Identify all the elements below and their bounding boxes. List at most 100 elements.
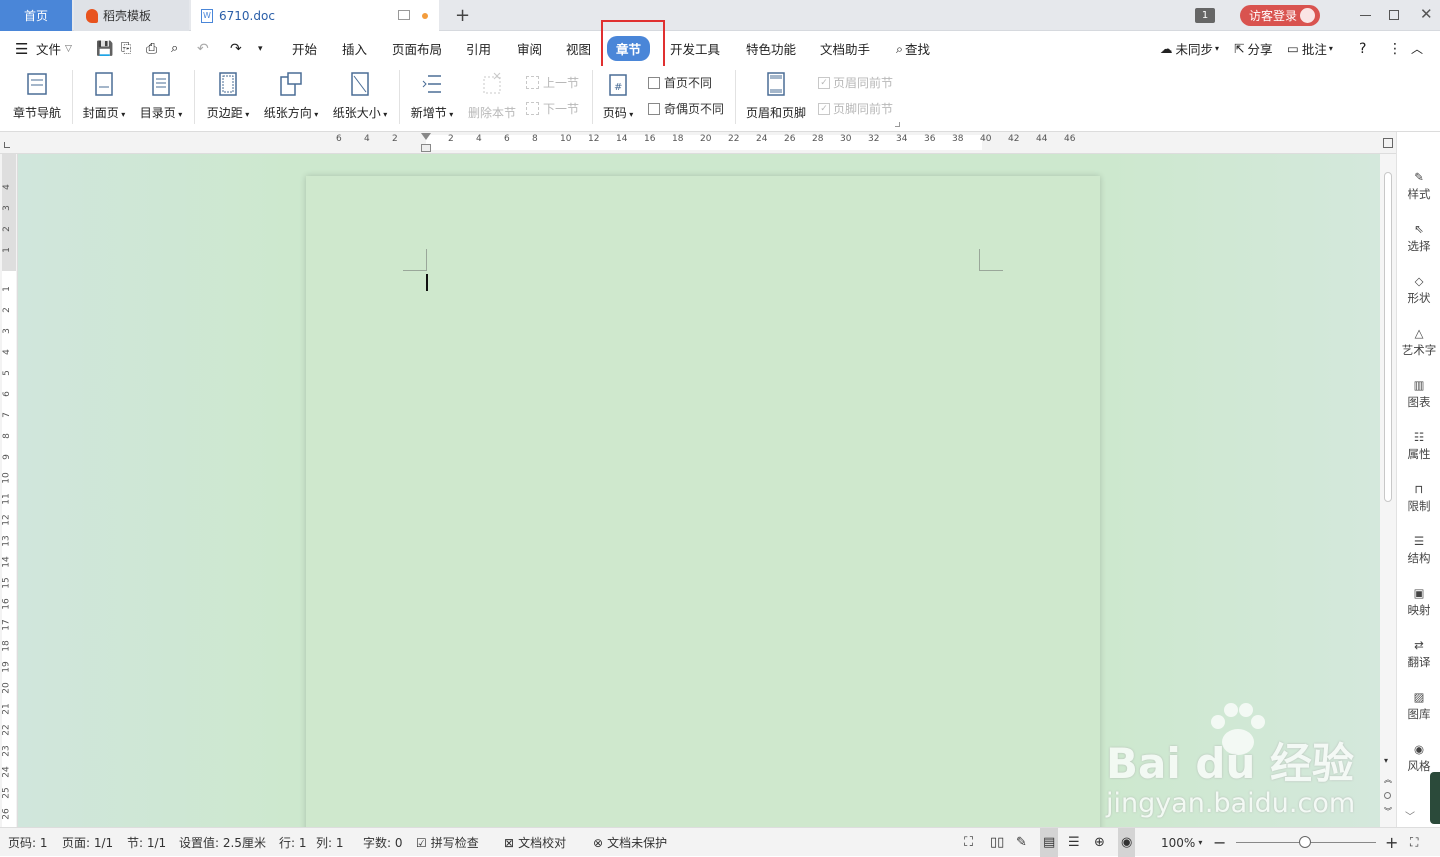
next-section-button[interactable]: 下一节 — [526, 100, 579, 117]
panel-select[interactable]: ⇖ 选择 — [1397, 220, 1440, 254]
tab-start[interactable]: 开始 — [292, 31, 317, 66]
chapter-nav-button[interactable]: 章节导航 — [10, 66, 64, 126]
header-same-prev-checkbox[interactable]: ✓ 页眉同前节 — [818, 74, 893, 91]
cover-page-button[interactable]: 封面页 ▾ — [80, 66, 128, 126]
help-icon[interactable]: ? — [1359, 31, 1366, 66]
panel-translate[interactable]: ⇄ 翻译 — [1397, 636, 1440, 670]
hanging-indent-icon[interactable] — [421, 144, 431, 152]
tab-features[interactable]: 特色功能 — [746, 31, 796, 66]
status-page-number[interactable]: 页码: 1 — [8, 828, 48, 857]
minimize-icon[interactable] — [1360, 15, 1371, 16]
status-pages[interactable]: 页面: 1/1 — [62, 828, 113, 857]
print-icon[interactable]: ⎙ — [146, 31, 157, 66]
tab-developer[interactable]: 开发工具 — [670, 31, 720, 66]
quick-access-dropdown-icon[interactable]: ▾ — [258, 31, 263, 66]
print-preview-icon[interactable]: ⌕ — [171, 31, 178, 66]
orientation-button[interactable]: 纸张方向 ▾ — [262, 66, 320, 126]
login-button[interactable]: 访客登录 — [1240, 5, 1320, 26]
toc-page-button[interactable]: 目录页 ▾ — [137, 66, 185, 126]
web-view-icon[interactable]: ⊕ — [1094, 828, 1105, 857]
tab-doc-assistant[interactable]: 文档助手 — [820, 31, 870, 66]
new-tab-button[interactable]: + — [455, 5, 470, 26]
close-icon[interactable]: ✕ — [1420, 5, 1433, 23]
zoom-dropdown[interactable]: 100% ▾ — [1161, 828, 1202, 857]
first-page-diff-checkbox[interactable]: 首页不同 — [648, 74, 712, 91]
panel-structure[interactable]: ☰ 结构 — [1397, 532, 1440, 566]
eye-protect-icon[interactable]: ◉ — [1118, 828, 1136, 857]
tab-home[interactable]: 首页 — [0, 0, 72, 31]
prev-section-button[interactable]: 上一节 — [526, 74, 579, 91]
status-col[interactable]: 列: 1 — [316, 828, 344, 857]
hamburger-icon[interactable]: ☰ — [15, 31, 28, 66]
panel-wordart[interactable]: △ 艺术字 — [1397, 324, 1440, 358]
panel-style[interactable]: ✎ 样式 — [1397, 168, 1440, 202]
outline-view-icon[interactable]: ☰ — [1068, 828, 1080, 857]
panel-theme[interactable]: ◉ 风格 — [1397, 740, 1440, 774]
fit-window-icon[interactable]: ⛶ — [1410, 828, 1418, 857]
monitor-icon[interactable] — [398, 10, 410, 20]
dialog-launcher-icon[interactable] — [895, 122, 900, 127]
scroll-down-icon[interactable]: ▾ — [1384, 756, 1388, 765]
panel-properties[interactable]: ☷ 属性 — [1397, 428, 1440, 462]
protect-button[interactable]: ⊗ 文档未保护 — [593, 828, 667, 857]
zoom-out-icon[interactable]: − — [1213, 828, 1226, 857]
find-button[interactable]: ⌕ 查找 — [896, 31, 930, 66]
tab-document[interactable]: W 6710.doc — [191, 0, 439, 31]
document-page[interactable] — [306, 176, 1100, 836]
panel-mapping[interactable]: ▣ 映射 — [1397, 584, 1440, 618]
proofread-button[interactable]: ⊠ 文档校对 — [504, 828, 566, 857]
paper-size-button[interactable]: 纸张大小 ▾ — [331, 66, 389, 126]
horizontal-ruler[interactable]: 6 4 2 2 4 6 8 10 12 14 16 18 20 22 24 26 28 30 32 34 36 38 40 4… — [0, 132, 1440, 154]
panel-shapes[interactable]: ◇ 形状 — [1397, 272, 1440, 306]
tab-stop-icon[interactable] — [4, 142, 10, 148]
header-footer-button[interactable]: 页眉和页脚 — [743, 66, 809, 126]
panel-expand-icon[interactable]: ﹀ — [1405, 808, 1415, 823]
more-icon[interactable]: ⋮ — [1388, 31, 1402, 66]
write-mode-icon[interactable]: ✎ — [1016, 828, 1027, 857]
file-menu[interactable]: 文件 ▽ — [36, 31, 72, 66]
comment-button[interactable]: ▭ 批注 ▾ — [1287, 31, 1333, 66]
collapse-ribbon-icon[interactable]: ︿ — [1411, 31, 1423, 66]
status-row[interactable]: 行: 1 — [279, 828, 307, 857]
prev-page-icon[interactable]: ︽ — [1384, 774, 1392, 785]
odd-even-diff-checkbox[interactable]: 奇偶页不同 — [648, 100, 724, 117]
scrollbar-thumb[interactable] — [1384, 172, 1392, 502]
zoom-in-icon[interactable]: + — [1385, 828, 1398, 857]
vertical-ruler[interactable]: 4 3 2 1 1 2 3 4 5 6 7 8 9 10 11 12 13 14 15 16 17 18 19 20 21 22 2… — [0, 154, 18, 827]
tab-view[interactable]: 视图 — [566, 31, 591, 66]
tab-page-layout[interactable]: 页面布局 — [392, 31, 442, 66]
status-words[interactable]: 字数: 0 — [363, 828, 403, 857]
export-pdf-icon[interactable]: ⎘ — [121, 31, 131, 66]
ruler-toggle-icon[interactable] — [1383, 138, 1393, 148]
redo-icon[interactable]: ↷ — [230, 31, 242, 66]
delete-section-button[interactable]: 删除本节 — [465, 66, 519, 126]
footer-same-prev-checkbox[interactable]: ✓ 页脚同前节 — [818, 100, 893, 117]
window-count-badge[interactable]: 1 — [1195, 8, 1215, 23]
indent-marker-icon[interactable] — [421, 133, 431, 140]
status-section[interactable]: 节: 1/1 — [127, 828, 166, 857]
new-section-button[interactable]: 新增节 ▾ — [408, 66, 456, 126]
page-number-button[interactable]: # 页码 ▾ — [598, 66, 638, 126]
reading-mode-icon[interactable]: ▯▯ — [990, 828, 1004, 857]
tab-references[interactable]: 引用 — [466, 31, 491, 66]
margins-button[interactable]: 页边距 ▾ — [203, 66, 253, 126]
tab-review[interactable]: 审阅 — [517, 31, 542, 66]
tab-insert[interactable]: 插入 — [342, 31, 367, 66]
vertical-scrollbar[interactable]: ▾ ︽ ︾ — [1380, 138, 1396, 827]
spell-check-button[interactable]: ☑ 拼写检查 — [416, 828, 479, 857]
status-setting[interactable]: 设置值: 2.5厘米 — [179, 828, 266, 857]
next-page-icon[interactable]: ︾ — [1384, 806, 1392, 817]
tab-template[interactable]: 稻壳模板 — [74, 0, 189, 31]
side-tab-handle[interactable] — [1430, 772, 1440, 824]
page-view-icon[interactable]: ▤ — [1040, 828, 1059, 857]
sync-button[interactable]: ☁ 未同步 ▾ — [1160, 31, 1219, 66]
save-icon[interactable]: 💾 — [96, 31, 113, 66]
panel-chart[interactable]: ▥ 图表 — [1397, 376, 1440, 410]
zoom-slider-thumb[interactable] — [1299, 836, 1311, 848]
share-button[interactable]: ⇱ 分享 — [1234, 31, 1273, 66]
restore-icon[interactable] — [1389, 10, 1399, 20]
select-browse-icon[interactable] — [1384, 792, 1391, 799]
undo-icon[interactable]: ↶ — [197, 31, 209, 66]
fullscreen-icon[interactable]: ⛶ — [964, 828, 973, 857]
panel-restrict[interactable]: ⊓ 限制 — [1397, 480, 1440, 514]
